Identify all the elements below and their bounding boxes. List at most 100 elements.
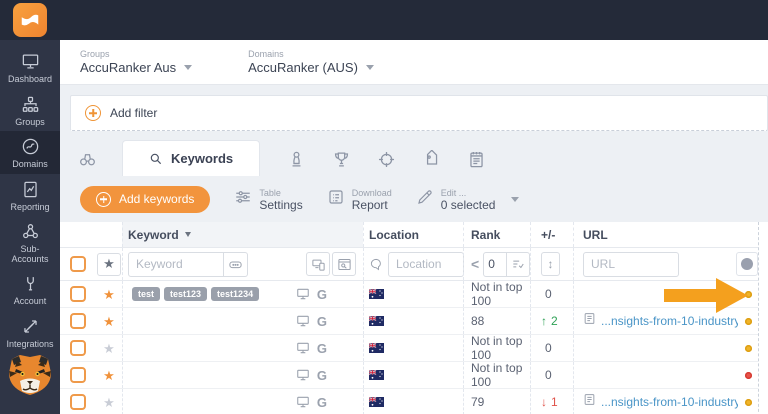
desktop-device-icon[interactable]	[296, 287, 310, 301]
sidebar-item-groups[interactable]: Groups	[0, 89, 60, 132]
column-header-rank[interactable]: Rank	[463, 222, 530, 247]
tab-landing-pages[interactable]	[364, 142, 409, 176]
page-icon	[583, 312, 596, 330]
tab-overview[interactable]	[64, 142, 110, 176]
sliders-icon	[234, 188, 252, 211]
status-dot[interactable]	[744, 398, 752, 406]
dashboard-monitor-icon	[20, 52, 40, 71]
tab-competitors[interactable]	[274, 142, 319, 176]
table-settings-button[interactable]: Table Settings	[234, 187, 303, 212]
favorite-star[interactable]: ★	[103, 396, 115, 409]
status-dot[interactable]	[744, 371, 752, 379]
favorite-star[interactable]: ★	[103, 288, 115, 301]
keyword-tag[interactable]: test	[132, 287, 161, 301]
column-header-location[interactable]: Location	[363, 222, 463, 247]
keyword-tag[interactable]: test1234	[211, 287, 260, 301]
rank-filter-input[interactable]	[483, 251, 508, 277]
gray-dot-icon	[741, 258, 753, 270]
table-filter-row: ★ Keyword Location < 0 ↕ URL	[60, 248, 758, 281]
sidebar-item-sub-accounts[interactable]: Sub-Accounts	[0, 216, 60, 268]
row-checkbox[interactable]	[70, 313, 86, 329]
table-settings-label: Settings	[259, 198, 303, 212]
rank-filter-options-icon[interactable]	[507, 251, 530, 277]
search-engine-filter-button[interactable]	[332, 252, 356, 276]
google-engine-icon[interactable]: G	[317, 314, 327, 329]
location-filter-input[interactable]	[388, 251, 464, 277]
ranking-url-link[interactable]: ...nsights-from-10-industry-experts	[601, 395, 738, 409]
change-sort-button[interactable]: ↕	[541, 252, 560, 276]
clipboard-icon	[470, 151, 483, 167]
column-header-keyword[interactable]: Keyword	[122, 222, 363, 247]
tiger-mascot[interactable]	[7, 353, 53, 402]
plus-circle-icon	[96, 191, 111, 207]
domains-dropdown[interactable]: Domains AccuRanker (AUS)	[248, 49, 374, 75]
url-filter-input[interactable]	[583, 251, 679, 277]
star-filter-button[interactable]: ★	[97, 252, 121, 276]
sidebar-item-account[interactable]: Account	[0, 268, 60, 311]
sidebar-item-dashboard[interactable]: Dashboard	[0, 46, 60, 89]
favorite-star[interactable]: ★	[103, 369, 115, 382]
sidebar-item-reporting[interactable]: Reporting	[0, 174, 60, 217]
select-all-checkbox[interactable]	[70, 256, 86, 272]
edit-selected-dropdown[interactable]: Edit ... 0 selected	[416, 187, 520, 211]
change-value: 0	[545, 368, 552, 382]
context-header: Groups AccuRanker Aus Domains AccuRanker…	[60, 40, 768, 85]
google-engine-icon[interactable]: G	[317, 287, 327, 302]
keyword-tag[interactable]: test123	[164, 287, 208, 301]
row-checkbox[interactable]	[70, 367, 86, 383]
favorite-star[interactable]: ★	[103, 315, 115, 328]
tab-bar: Keywords	[60, 140, 768, 176]
domains-globe-icon	[20, 137, 40, 156]
favorite-star[interactable]: ★	[103, 342, 115, 355]
rank-operator-button[interactable]: <	[471, 256, 479, 272]
top-bar	[0, 0, 768, 40]
download-report-button[interactable]: Download Report	[327, 187, 392, 211]
desktop-device-icon[interactable]	[296, 395, 310, 409]
australia-flag-icon	[369, 316, 384, 326]
domains-dropdown-label: Domains	[248, 49, 284, 59]
status-dot-filter-button[interactable]	[736, 252, 758, 276]
groups-dropdown[interactable]: Groups AccuRanker Aus	[80, 49, 193, 75]
tab-notes[interactable]	[454, 142, 499, 176]
accuranker-logo[interactable]	[13, 3, 47, 37]
tab-tags[interactable]	[409, 142, 454, 176]
device-filter-button[interactable]	[306, 252, 330, 276]
desktop-device-icon[interactable]	[296, 368, 310, 382]
sidebar-label: Account	[13, 296, 47, 307]
column-header-url[interactable]: URL	[573, 222, 738, 247]
chevron-down-icon	[184, 65, 193, 70]
change-arrow-icon: ↑	[541, 314, 547, 328]
row-checkbox[interactable]	[70, 394, 86, 410]
status-dot[interactable]	[744, 317, 752, 325]
ranking-url-link[interactable]: ...nsights-from-10-industry-experts	[601, 314, 738, 328]
sidebar-label: Dashboard	[7, 74, 53, 84]
sidebar-label: Groups	[15, 116, 45, 127]
sidebar-item-integrations[interactable]: Integrations	[0, 311, 60, 354]
keyword-row: ★ G Not in top 100 0	[60, 334, 758, 362]
column-header-change[interactable]: +/-	[530, 222, 573, 247]
tab-rankings[interactable]	[319, 142, 364, 176]
keyword-filter-options-icon[interactable]	[224, 251, 248, 277]
row-checkbox[interactable]	[70, 340, 86, 356]
keyword-filter-input[interactable]	[128, 251, 224, 277]
desktop-device-icon[interactable]	[296, 341, 310, 355]
domains-dropdown-value: AccuRanker (AUS)	[248, 60, 358, 75]
google-engine-icon[interactable]: G	[317, 368, 327, 383]
google-engine-icon[interactable]: G	[317, 341, 327, 356]
desktop-device-icon[interactable]	[296, 314, 310, 328]
table-right-gutter	[758, 222, 768, 414]
tag-icon	[427, 149, 438, 165]
google-engine-icon[interactable]: G	[317, 395, 327, 410]
add-filter-label: Add filter	[110, 106, 158, 120]
tab-keywords[interactable]: Keywords	[122, 140, 261, 176]
status-dot[interactable]	[744, 344, 752, 352]
row-checkbox[interactable]	[70, 286, 86, 302]
tab-keywords-label: Keywords	[171, 151, 234, 166]
rank-value: Not in top 100	[471, 334, 523, 362]
sidebar-item-domains[interactable]: Domains	[0, 131, 60, 174]
keyword-row: ★ G Not in top 100 0	[60, 361, 758, 389]
chevron-down-icon	[511, 196, 520, 202]
location-bubble-icon	[369, 252, 384, 276]
add-filter-button[interactable]: Add filter	[70, 95, 768, 131]
add-keywords-button[interactable]: Add keywords	[80, 185, 211, 213]
